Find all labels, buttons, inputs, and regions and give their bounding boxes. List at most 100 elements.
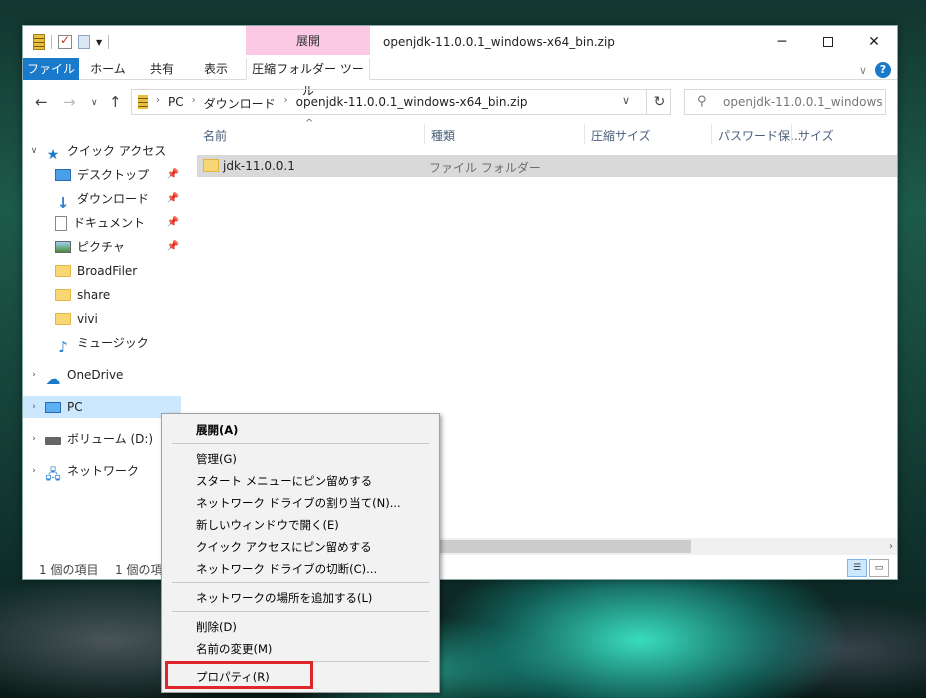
menu-item-manage[interactable]: 管理(G) xyxy=(196,451,237,467)
column-type[interactable]: 種類 xyxy=(431,127,455,144)
explorer-window: ▼ 展開 openjdk-11.0.0.1_windows-x64_bin.zi… xyxy=(22,25,898,580)
column-compressed-size[interactable]: 圧縮サイズ xyxy=(591,127,651,144)
network-icon: 🖧 xyxy=(45,467,61,483)
tab-file[interactable]: ファイル xyxy=(23,58,79,80)
tab-share[interactable]: 共有 xyxy=(137,58,187,80)
nav-item-documents[interactable]: ドキュメント 📌 xyxy=(55,212,179,234)
file-name: jdk-11.0.0.1 xyxy=(223,159,295,173)
ribbon-help-area: ∨ ? xyxy=(859,62,891,78)
column-password[interactable]: パスワード保... xyxy=(718,127,801,144)
menu-item-add-network-location[interactable]: ネットワークの場所を追加する(L) xyxy=(196,590,372,606)
nav-item-desktop[interactable]: デスクトップ 📌 xyxy=(55,164,179,186)
nav-volume-d[interactable]: › ボリューム (D:) xyxy=(29,428,179,450)
context-tab-header: 展開 xyxy=(246,26,370,55)
help-icon[interactable]: ? xyxy=(875,62,891,78)
expand-arrow-icon[interactable]: ∨ xyxy=(29,140,39,162)
column-divider[interactable] xyxy=(424,124,425,144)
menu-item-pin-start[interactable]: スタート メニューにピン留めする xyxy=(196,473,372,489)
download-icon: ↓ xyxy=(56,194,70,212)
navigation-pane: ∨ ★ クイック アクセス デスクトップ 📌 ↓ ダウンロード 📌 ドキュメント… xyxy=(23,126,181,546)
nav-network[interactable]: › 🖧 ネットワーク xyxy=(29,460,179,483)
expand-arrow-icon[interactable]: › xyxy=(29,396,39,418)
maximize-button[interactable] xyxy=(805,26,851,58)
menu-item-rename[interactable]: 名前の変更(M) xyxy=(196,641,272,657)
pin-icon[interactable]: 📌 xyxy=(167,188,179,210)
minimize-button[interactable]: ─ xyxy=(759,26,805,58)
details-view-icon[interactable]: ☰ xyxy=(847,559,867,577)
pin-icon[interactable]: 📌 xyxy=(167,164,179,186)
menu-separator xyxy=(172,582,429,583)
address-field[interactable]: › PC › ダウンロード › openjdk-11.0.0.1_windows… xyxy=(131,89,671,115)
menu-item-pin-quick-access[interactable]: クイック アクセスにピン留めする xyxy=(196,539,372,555)
title-bar: ▼ 展開 openjdk-11.0.0.1_windows-x64_bin.zi… xyxy=(23,26,897,58)
file-type: ファイル フォルダー xyxy=(429,161,541,175)
breadcrumb-zip[interactable]: openjdk-11.0.0.1_windows-x64_bin.zip xyxy=(296,95,528,112)
back-arrow-icon[interactable]: ← xyxy=(35,93,48,111)
column-divider[interactable] xyxy=(711,124,712,144)
nav-label: OneDrive xyxy=(67,368,124,382)
pin-icon[interactable]: 📌 xyxy=(167,212,179,234)
table-row[interactable]: jdk-11.0.0.1 ファイル フォルダー xyxy=(197,155,897,177)
qat-divider xyxy=(108,35,110,49)
new-folder-icon[interactable] xyxy=(78,35,90,49)
zip-folder-icon xyxy=(138,95,148,109)
forward-arrow-icon[interactable]: → xyxy=(63,93,76,111)
search-placeholder: openjdk-11.0.0.1_windows-x... xyxy=(723,95,883,109)
nav-onedrive[interactable]: › ☁ OneDrive xyxy=(29,364,179,388)
folder-icon xyxy=(55,313,71,325)
search-field[interactable]: ⚲ openjdk-11.0.0.1_windows-x... xyxy=(684,89,886,115)
qat-dropdown-icon[interactable]: ▼ xyxy=(96,38,102,47)
recent-locations-icon[interactable]: ∨ xyxy=(91,98,98,108)
menu-item-disconnect-drive[interactable]: ネットワーク ドライブの切断(C)... xyxy=(196,561,377,577)
nav-pc[interactable]: › PC xyxy=(23,396,181,418)
context-menu: 展開(A) 管理(G) スタート メニューにピン留めする ネットワーク ドライブ… xyxy=(161,413,440,693)
address-dropdown-icon[interactable]: ∨ xyxy=(622,94,630,107)
nav-item-music[interactable]: ♪ ミュージック xyxy=(55,332,179,356)
breadcrumb-downloads[interactable]: ダウンロード xyxy=(204,95,276,112)
column-name[interactable]: 名前 xyxy=(203,127,227,144)
drive-icon xyxy=(45,436,61,445)
nav-label: BroadFiler xyxy=(77,264,138,278)
column-size[interactable]: サイズ xyxy=(798,127,834,144)
chevron-down-icon[interactable]: ∨ xyxy=(859,64,867,77)
close-button[interactable]: ✕ xyxy=(851,26,897,58)
expand-arrow-icon[interactable]: › xyxy=(29,428,39,450)
tab-compressed-folder-tools[interactable]: 圧縮フォルダー ツール xyxy=(246,58,370,98)
refresh-button[interactable]: ↻ xyxy=(646,90,672,114)
folder-icon xyxy=(55,289,71,301)
nav-quick-access[interactable]: ∨ ★ クイック アクセス xyxy=(29,140,179,163)
menu-item-expand[interactable]: 展開(A) xyxy=(196,422,238,438)
chevron-right-icon[interactable]: › xyxy=(192,95,196,112)
nav-label: ピクチャ xyxy=(77,240,125,254)
menu-item-map-drive[interactable]: ネットワーク ドライブの割り当て(N)... xyxy=(196,495,401,511)
nav-item-share[interactable]: share xyxy=(55,284,179,306)
nav-item-downloads[interactable]: ↓ ダウンロード 📌 xyxy=(55,188,179,212)
nav-item-vivi[interactable]: vivi xyxy=(55,308,179,330)
up-arrow-icon[interactable]: ↑ xyxy=(109,93,122,111)
breadcrumb-pc[interactable]: PC xyxy=(168,95,184,112)
chevron-right-icon[interactable]: › xyxy=(156,95,160,112)
tab-home[interactable]: ホーム xyxy=(83,58,133,80)
nav-label: ネットワーク xyxy=(67,464,140,478)
properties-check-icon[interactable] xyxy=(58,33,72,49)
tab-view[interactable]: 表示 xyxy=(191,58,241,80)
expand-arrow-icon[interactable]: › xyxy=(29,460,39,482)
menu-item-open-new-window[interactable]: 新しいウィンドウで開く(E) xyxy=(196,517,339,533)
column-divider[interactable] xyxy=(791,124,792,144)
nav-label: PC xyxy=(67,400,83,414)
expand-arrow-icon[interactable]: › xyxy=(29,364,39,386)
item-count: 1 個の項目 xyxy=(39,563,99,577)
chevron-right-icon[interactable]: › xyxy=(284,95,288,112)
nav-label: ダウンロード xyxy=(77,192,150,206)
menu-item-delete[interactable]: 削除(D) xyxy=(196,619,237,635)
search-icon: ⚲ xyxy=(697,94,707,109)
nav-item-broadfiler[interactable]: BroadFiler xyxy=(55,260,179,282)
zip-folder-icon xyxy=(33,34,45,50)
large-icons-view-icon[interactable]: ▭ xyxy=(869,559,889,577)
nav-item-pictures[interactable]: ピクチャ 📌 xyxy=(55,236,179,258)
scroll-right-icon[interactable]: › xyxy=(889,538,893,555)
pin-icon[interactable]: 📌 xyxy=(167,236,179,258)
nav-label: ボリューム (D:) xyxy=(67,432,154,446)
column-divider[interactable] xyxy=(584,124,585,144)
address-bar-row: ← → ∨ ↑ › PC › ダウンロード › openjdk-11.0.0.1… xyxy=(23,86,897,118)
